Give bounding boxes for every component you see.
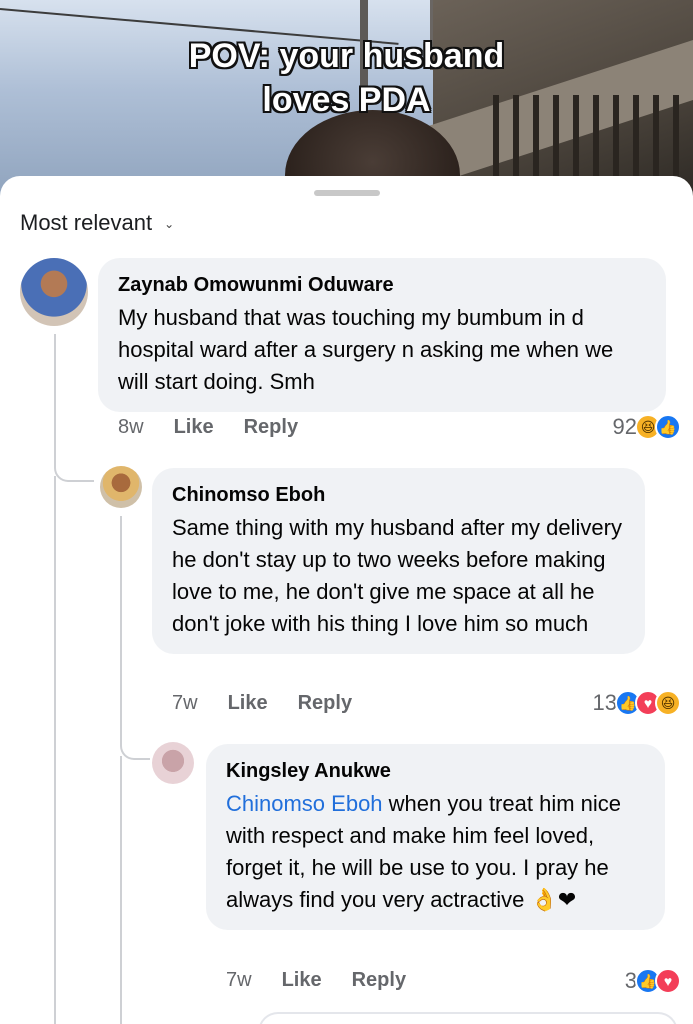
reply-button[interactable]: Reply [352,969,406,992]
thread-line [54,476,56,1024]
avatar[interactable] [100,466,142,508]
reply-button[interactable]: Reply [298,692,352,715]
comment-author[interactable]: Chinomso Eboh [172,482,625,508]
comment-bubble: Zaynab Omowunmi Oduware My husband that … [98,258,666,412]
mention-link[interactable]: Chinomso Eboh [226,791,383,816]
comment-bubble: Chinomso Eboh Same thing with my husband… [152,468,645,654]
video-caption-line1: POV: your husband [188,37,505,75]
reply-button[interactable]: Reply [244,416,298,439]
thread-line [54,334,94,482]
next-comment-bubble [258,1012,678,1024]
avatar[interactable] [152,742,194,784]
video-caption-line2: loves PDA [262,81,431,119]
love-reaction-icon: ♥ [655,968,681,994]
reaction-count: 13 [592,690,617,715]
comment-text: Same thing with my husband after my deli… [172,515,622,636]
sort-dropdown[interactable]: Most relevant ⌄ [20,210,174,236]
comment-time: 8w [118,416,144,438]
comment-actions: 8w Like Reply [118,416,328,439]
comment-actions: 7w Like Reply [226,969,436,992]
reaction-summary[interactable]: 13 👍 ♥ 😆 [593,690,681,716]
reaction-count: 92 [612,414,637,439]
sort-label: Most relevant [20,210,153,235]
comments-sheet: Most relevant ⌄ Zaynab Omowunmi Oduware … [0,176,693,1024]
comment-author[interactable]: Kingsley Anukwe [226,758,645,784]
comment-text: Chinomso Eboh when you treat him nice wi… [226,788,645,916]
chevron-down-icon: ⌄ [164,217,175,231]
reaction-summary[interactable]: 3 👍 ♥ [625,968,681,994]
emoji: 👌❤ [530,887,577,912]
thread-line [120,516,150,760]
haha-reaction-icon: 😆 [655,690,681,716]
comment-time: 7w [226,969,252,991]
comment-author[interactable]: Zaynab Omowunmi Oduware [118,272,646,298]
comment-bubble: Kingsley Anukwe Chinomso Eboh when you t… [206,744,665,930]
comment-text: My husband that was touching my bumbum i… [118,305,614,394]
video-preview[interactable]: POV: your husband loves PDA [0,0,693,200]
comment-time: 7w [172,692,198,714]
like-reaction-icon: 👍 [655,414,681,440]
thread-line [120,756,122,1024]
like-button[interactable]: Like [174,416,214,439]
reaction-summary[interactable]: 92 😆 👍 [613,414,681,440]
avatar[interactable] [20,258,88,326]
like-button[interactable]: Like [228,692,268,715]
drag-handle[interactable] [314,190,380,196]
like-button[interactable]: Like [282,969,322,992]
comment-actions: 7w Like Reply [172,692,382,715]
